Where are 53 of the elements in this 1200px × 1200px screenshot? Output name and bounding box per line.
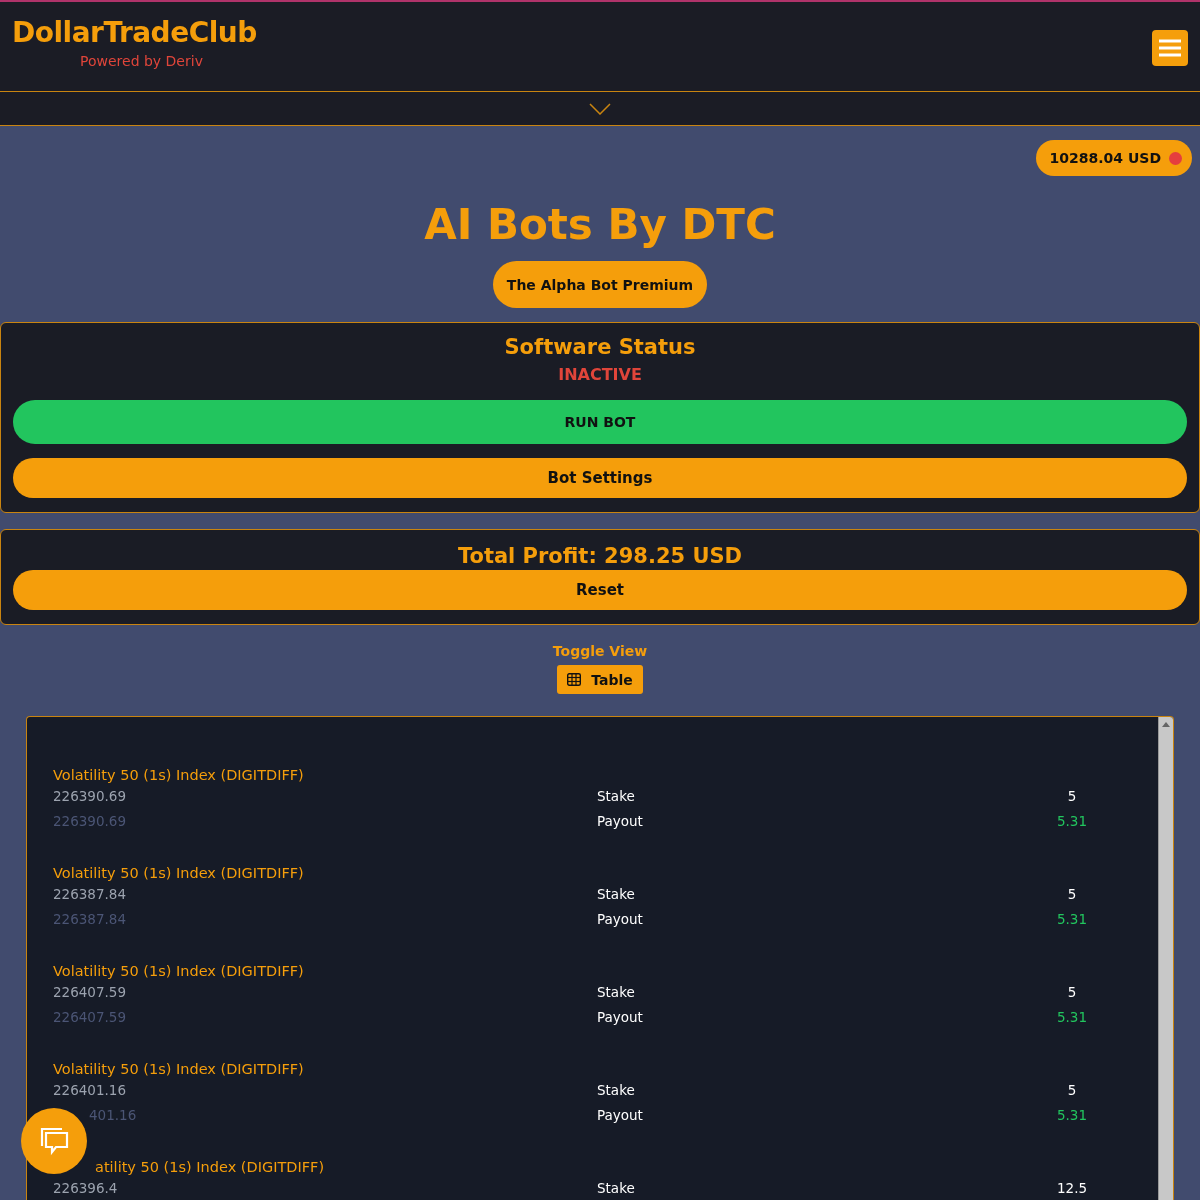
settings-button[interactable]: Bot Settings — [13, 458, 1187, 498]
entry-price: 226396.4 — [53, 1180, 119, 1198]
payout-label: Payout — [597, 1107, 644, 1125]
entry-price: 226387.84 — [53, 886, 127, 904]
entry-price: 226407.59 — [53, 984, 127, 1002]
toggle-label: Toggle View — [552, 643, 648, 659]
stake-value: 5 — [1067, 1082, 1077, 1100]
entry-price: 226390.69 — [53, 788, 127, 806]
menu-icon — [1159, 39, 1181, 57]
menu-button[interactable] — [1152, 30, 1188, 66]
chat-icon — [38, 1126, 70, 1156]
table-icon — [567, 673, 582, 686]
scroll-up-icon[interactable] — [1162, 721, 1170, 729]
payout-value: 5.31 — [1056, 813, 1088, 831]
stake-value: 12.5 — [1056, 1180, 1088, 1198]
stake-value: 5 — [1067, 984, 1077, 1002]
exit-price: 401.16 — [88, 1107, 138, 1125]
contract-name: Volatility 50 (1s) Index (DIGITDIFF) — [53, 865, 305, 881]
panel-heading: Software Status — [504, 335, 696, 359]
tagline: Powered by Deriv — [80, 53, 203, 69]
stake-label: Stake — [597, 984, 636, 1002]
total-profit: Total Profit: 298.25 USD — [457, 544, 743, 568]
page-title: AI Bots By DTC — [424, 200, 776, 249]
stake-label: Stake — [597, 1180, 636, 1198]
contract-name: atility 50 (1s) Index (DIGITDIFF) — [94, 1159, 326, 1175]
payout-label: Payout — [597, 813, 644, 831]
payout-label: Payout — [597, 1009, 644, 1027]
stake-value: 5 — [1067, 788, 1077, 806]
stake-label: Stake — [597, 788, 636, 806]
stake-label: Stake — [597, 886, 636, 904]
bot-select-button[interactable]: The Alpha Bot Premium — [493, 261, 707, 308]
run-bot-button[interactable]: RUN BOT — [13, 400, 1187, 444]
brand-logo: DollarTradeClub — [12, 16, 257, 49]
stake-label: Stake — [597, 1082, 636, 1100]
payout-label: Payout — [597, 911, 644, 929]
exit-price: 226387.84 — [53, 911, 127, 929]
entry-price: 226401.16 — [53, 1082, 127, 1100]
balance-amount: 10288.04 USD — [1049, 150, 1161, 166]
scrollbar[interactable] — [1158, 717, 1173, 1200]
payout-value: 5.31 — [1056, 1107, 1088, 1125]
chevron-down-icon[interactable] — [589, 102, 611, 115]
stake-value: 5 — [1067, 886, 1077, 904]
exit-price: 226390.69 — [53, 813, 127, 831]
exit-price: 226407.59 — [53, 1009, 127, 1027]
contract-name: Volatility 50 (1s) Index (DIGITDIFF) — [53, 1061, 305, 1077]
reset-button[interactable]: Reset — [13, 570, 1187, 610]
payout-value: 5.31 — [1056, 911, 1088, 929]
contract-name: Volatility 50 (1s) Index (DIGITDIFF) — [53, 767, 305, 783]
contract-name: Volatility 50 (1s) Index (DIGITDIFF) — [53, 963, 305, 979]
status-dot — [1169, 151, 1182, 165]
status-text: INACTIVE — [558, 365, 642, 384]
payout-value: 5.31 — [1056, 1009, 1088, 1027]
view-toggle-button[interactable]: Table — [557, 665, 643, 694]
